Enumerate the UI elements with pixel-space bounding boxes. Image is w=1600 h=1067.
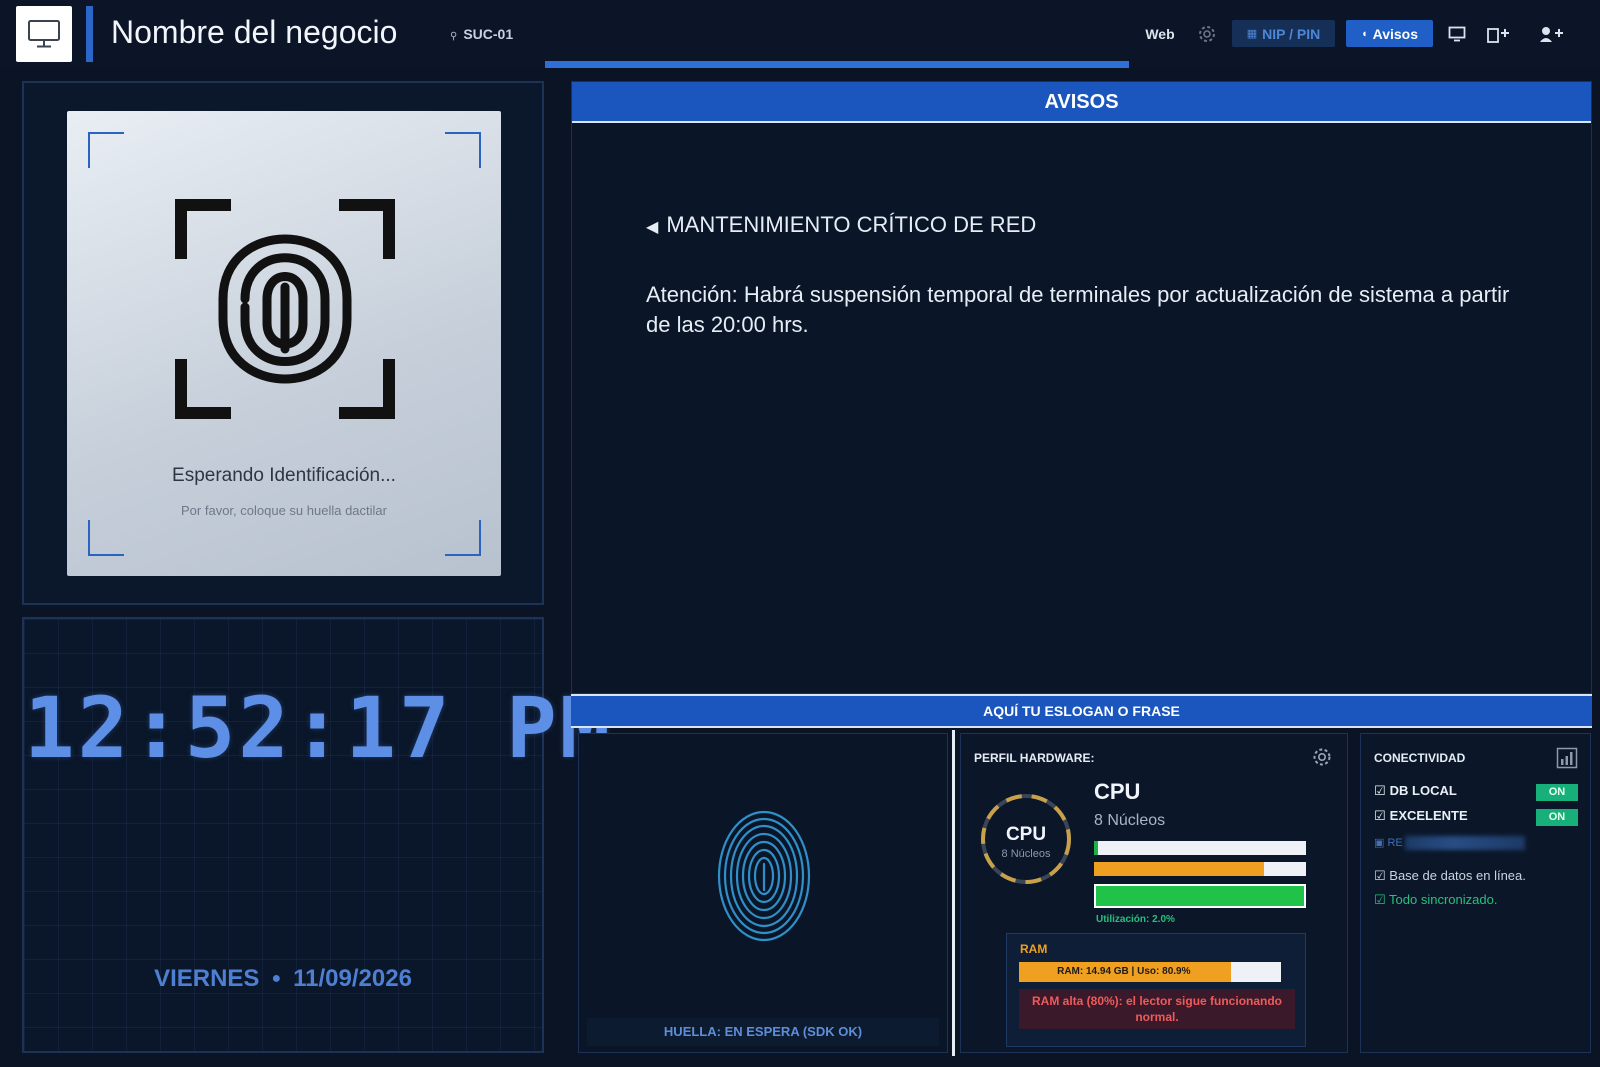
scanner-card: Esperando Identificación... Por favor, c… [67,111,501,576]
branch-code: SUC-01 [463,26,514,42]
sync-text: Todo sincronizado. [1389,892,1498,907]
panel-divider [952,730,955,1056]
ram-alert-message: RAM alta (80%): el lector sigue funciona… [1019,989,1295,1029]
nav-web-link[interactable]: Web [1140,20,1180,47]
add-device-button[interactable] [1483,20,1517,47]
checkbox-icon: ☑ [1374,868,1390,883]
scan-corner-bottom-left [88,520,124,556]
cpu-title: CPU [1094,779,1141,804]
megaphone-icon: ◀ [646,219,659,236]
ram-box: RAM RAM: 14.94 GB | Uso: 80.9% RAM alta … [1006,933,1306,1047]
business-name: Nombre del negocio [111,14,398,50]
top-header: Nombre del negocio ⚲ SUC-01 Web ▦ NIP / PI… [0,0,1600,68]
status-badge-excelente: ON [1536,809,1578,826]
slogan-banner: AQUÍ TU ESLOGAN O FRASE [571,694,1592,728]
ram-usage-bar: RAM: 14.94 GB | Uso: 80.9% [1019,962,1281,982]
add-device-icon [1487,27,1509,43]
conn-row-excelente: ☑ EXCELENTE [1374,808,1468,824]
megaphone-icon: ◖ [1360,27,1368,40]
scan-corner-bottom-right [445,520,481,556]
network-partial-label: RE [1387,837,1403,849]
sync-note: ☑ Todo sincronizado. [1374,892,1497,908]
scan-corner-top-right [445,132,481,168]
checkbox-checked-icon: ☑ [1374,783,1386,798]
huella-panel: HUELLA: EN ESPERA (SDK OK) [578,733,948,1053]
scan-status-text: Esperando Identificación... [172,465,396,486]
clock-day: VIERNES [154,965,260,992]
cpu-health-bar [1094,884,1306,908]
cpu-usage-bar [1094,841,1306,855]
ram-label: RAM [1020,942,1048,956]
conn-row-db-local: ☑ DB LOCAL [1374,783,1457,799]
scan-corner-top-left [88,132,124,168]
cpu-load-bar [1094,862,1306,876]
hardware-profile-label: PERFIL HARDWARE: [974,751,1095,765]
hardware-settings-button[interactable] [1311,746,1333,773]
connectivity-label: CONECTIVIDAD [1374,751,1466,765]
db-online-text: Base de datos en línea. [1389,868,1526,883]
notice-title-text: MANTENIMIENTO CRÍTICO DE RED [666,212,1037,237]
clock-date: 11/09/2026 [293,965,412,992]
blurred-text-block [1404,836,1525,851]
avisos-panel: AVISOS ◀ MANTENIMIENTO CRÍTICO DE RED Ate… [571,81,1592,694]
avisos-header: AVISOS [572,82,1591,123]
signal-chart-button[interactable] [1556,747,1578,774]
add-user-icon [1540,26,1563,42]
cpu-utilization-text: Utilización: 2.0% [1096,914,1175,925]
monitor-logo-icon [16,6,72,62]
keypad-icon: ▦ [1246,28,1258,40]
network-partial-row: ▣ RE [1374,836,1525,851]
cpu-load-fill [1094,862,1264,876]
display-button[interactable] [1444,20,1470,47]
conn-row-label: EXCELENTE [1389,808,1468,823]
title-accent-bar [86,6,93,62]
huella-status: HUELLA: EN ESPERA (SDK OK) [587,1018,939,1046]
hardware-profile-panel: PERFIL HARDWARE: CPU 8 Núcleos CPU 8 Núc… [960,733,1348,1053]
cpu-usage-fill [1094,841,1099,855]
notice-title: ◀ MANTENIMIENTO CRÍTICO DE RED [646,212,1036,238]
bar-chart-icon [1556,747,1578,769]
conn-row-label: DB LOCAL [1389,783,1457,798]
fingerprint-scanner-panel: Esperando Identificación... Por favor, c… [22,81,544,605]
clock-panel: 12:52:17 PM VIERNES ● 11/09/2026 [22,617,614,1053]
digital-clock-time: 12:52:17 PM [24,679,614,777]
ram-usage-text: RAM: 14.94 GB | Uso: 80.9% [1057,966,1191,977]
checkbox-checked-icon: ☑ [1374,808,1386,823]
settings-gear-button[interactable] [1194,20,1220,47]
date-separator-dot: ● [271,970,282,987]
avisos-label: Avisos [1372,25,1419,42]
nip-pin-label: NIP / PIN [1262,25,1321,42]
image-icon: ▣ [1374,837,1388,849]
header-progress-bar [545,61,1129,68]
fingerprint-scan-icon [175,199,395,419]
notice-body: Atención: Habrá suspensión temporal de t… [646,282,1510,337]
location-pin-icon: ⚲ [450,31,458,42]
gauge-cores-label: 8 Núcleos [1001,848,1051,860]
status-badge-db-local: ON [1536,784,1578,801]
branch-label: ⚲ SUC-01 [450,26,513,42]
nip-pin-button[interactable]: ▦ NIP / PIN [1232,20,1335,47]
checkbox-icon: ☑ [1374,892,1390,907]
gear-icon [1199,25,1215,42]
header-progress-fill [545,61,1129,68]
add-user-button[interactable] [1536,20,1570,47]
cpu-health-fill [1096,886,1304,906]
cpu-cores: 8 Núcleos [1094,812,1166,829]
screen-icon [1448,26,1466,41]
avisos-button[interactable]: ◖ Avisos [1346,20,1433,47]
connectivity-panel: CONECTIVIDAD ☑ DB LOCAL ON ☑ EXCELENTE ON … [1360,733,1591,1053]
db-online-note: ☑ Base de datos en línea. [1374,868,1526,884]
gear-icon [1313,748,1331,766]
clock-date-line: VIERNES ● 11/09/2026 [24,965,542,993]
scan-hint-text: Por favor, coloque su huella dactilar [181,503,387,518]
fingerprint-icon [717,810,811,942]
gauge-cpu-label: CPU [1005,824,1047,845]
